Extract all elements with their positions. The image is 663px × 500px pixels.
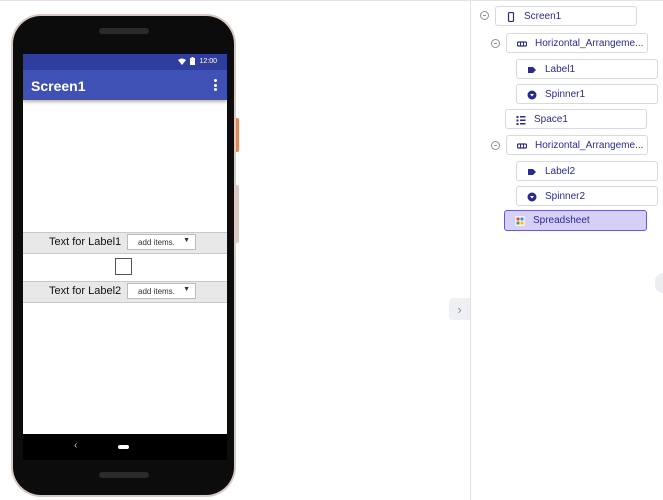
- back-icon[interactable]: ‹: [74, 440, 77, 451]
- phone-power-button: [236, 118, 239, 152]
- dropdown-arrow-icon: ▼: [183, 237, 190, 244]
- tree-item-spreadsheet[interactable]: Spreadsheet: [504, 210, 647, 231]
- tree-item-horizontal-arrangement-2[interactable]: Horizontal_Arrangeme...: [506, 135, 648, 155]
- spinner2-text: add items.: [138, 287, 175, 296]
- phone-speaker-top: [99, 28, 149, 34]
- label-icon: [527, 167, 537, 177]
- tree-item-label: Spinner2: [545, 191, 586, 202]
- tree-item-label: Space1: [534, 114, 568, 125]
- phone-icon: [506, 11, 516, 23]
- edge-scroll-tab[interactable]: [655, 273, 663, 293]
- tree-item-screen1[interactable]: Screen1: [495, 6, 637, 26]
- phone-volume-button: [236, 185, 239, 243]
- tree-item-spinner2[interactable]: Spinner2: [516, 186, 658, 206]
- horizontal-arrangement-icon: [516, 39, 528, 49]
- chevron-right-icon: ›: [457, 301, 462, 317]
- label-icon: [527, 65, 537, 75]
- label2[interactable]: Text for Label2: [49, 285, 121, 297]
- space-icon: [516, 115, 526, 125]
- navigation-bar: ‹: [23, 434, 227, 460]
- tree-item-horizontal-arrangement-1[interactable]: Horizontal_Arrangeme...: [506, 33, 648, 53]
- tree-item-label2[interactable]: Label2: [516, 161, 658, 181]
- collapse-toggle-harr2[interactable]: [491, 141, 500, 150]
- spinner1[interactable]: add items. ▼: [127, 234, 196, 250]
- collapse-toggle-screen1[interactable]: [480, 11, 489, 20]
- designer-canvas: 12:00 Screen1 Text for Label1 add items.…: [0, 0, 663, 500]
- spinner2[interactable]: add items. ▼: [127, 283, 196, 299]
- tree-item-label: Label1: [545, 64, 576, 75]
- tree-item-label: Horizontal_Arrangeme...: [535, 140, 644, 151]
- spinner-icon: [527, 192, 537, 202]
- tree-item-label: Screen1: [524, 11, 562, 22]
- overflow-menu-icon[interactable]: [214, 79, 217, 91]
- top-border: [0, 0, 663, 1]
- panel-divider[interactable]: [470, 0, 471, 500]
- tree-item-label: Label2: [545, 166, 576, 177]
- label1[interactable]: Text for Label1: [49, 236, 121, 248]
- tree-item-label1[interactable]: Label1: [516, 59, 658, 79]
- spreadsheet-icon: [514, 215, 526, 227]
- tree-item-space1[interactable]: Space1: [505, 109, 647, 129]
- battery-icon: [190, 57, 196, 67]
- phone-speaker-bottom: [99, 472, 149, 478]
- phone-screen[interactable]: 12:00 Screen1 Text for Label1 add items.…: [23, 54, 227, 460]
- horizontal-arrangement-icon: [516, 141, 528, 151]
- wifi-icon: [178, 58, 187, 67]
- spinner1-text: add items.: [138, 238, 175, 247]
- tree-item-label: Spreadsheet: [533, 215, 590, 226]
- app-bar: Screen1: [23, 70, 227, 100]
- collapse-panel-button[interactable]: ›: [449, 298, 470, 320]
- horizontal-arrangement-2[interactable]: Text for Label2 add items. ▼: [23, 281, 227, 303]
- status-time: 12:00: [199, 58, 217, 65]
- dropdown-arrow-icon: ▼: [183, 286, 190, 293]
- horizontal-arrangement-1[interactable]: Text for Label1 add items. ▼: [23, 232, 227, 254]
- tree-item-label: Spinner1: [545, 89, 586, 100]
- status-bar: 12:00: [23, 54, 227, 70]
- collapse-toggle-harr1[interactable]: [491, 39, 500, 48]
- space1[interactable]: [115, 258, 132, 275]
- spinner-icon: [527, 90, 537, 100]
- tree-item-label: Horizontal_Arrangeme...: [535, 38, 644, 49]
- home-icon[interactable]: [118, 445, 129, 449]
- screen-title: Screen1: [31, 78, 86, 94]
- tree-item-spinner1[interactable]: Spinner1: [516, 84, 658, 104]
